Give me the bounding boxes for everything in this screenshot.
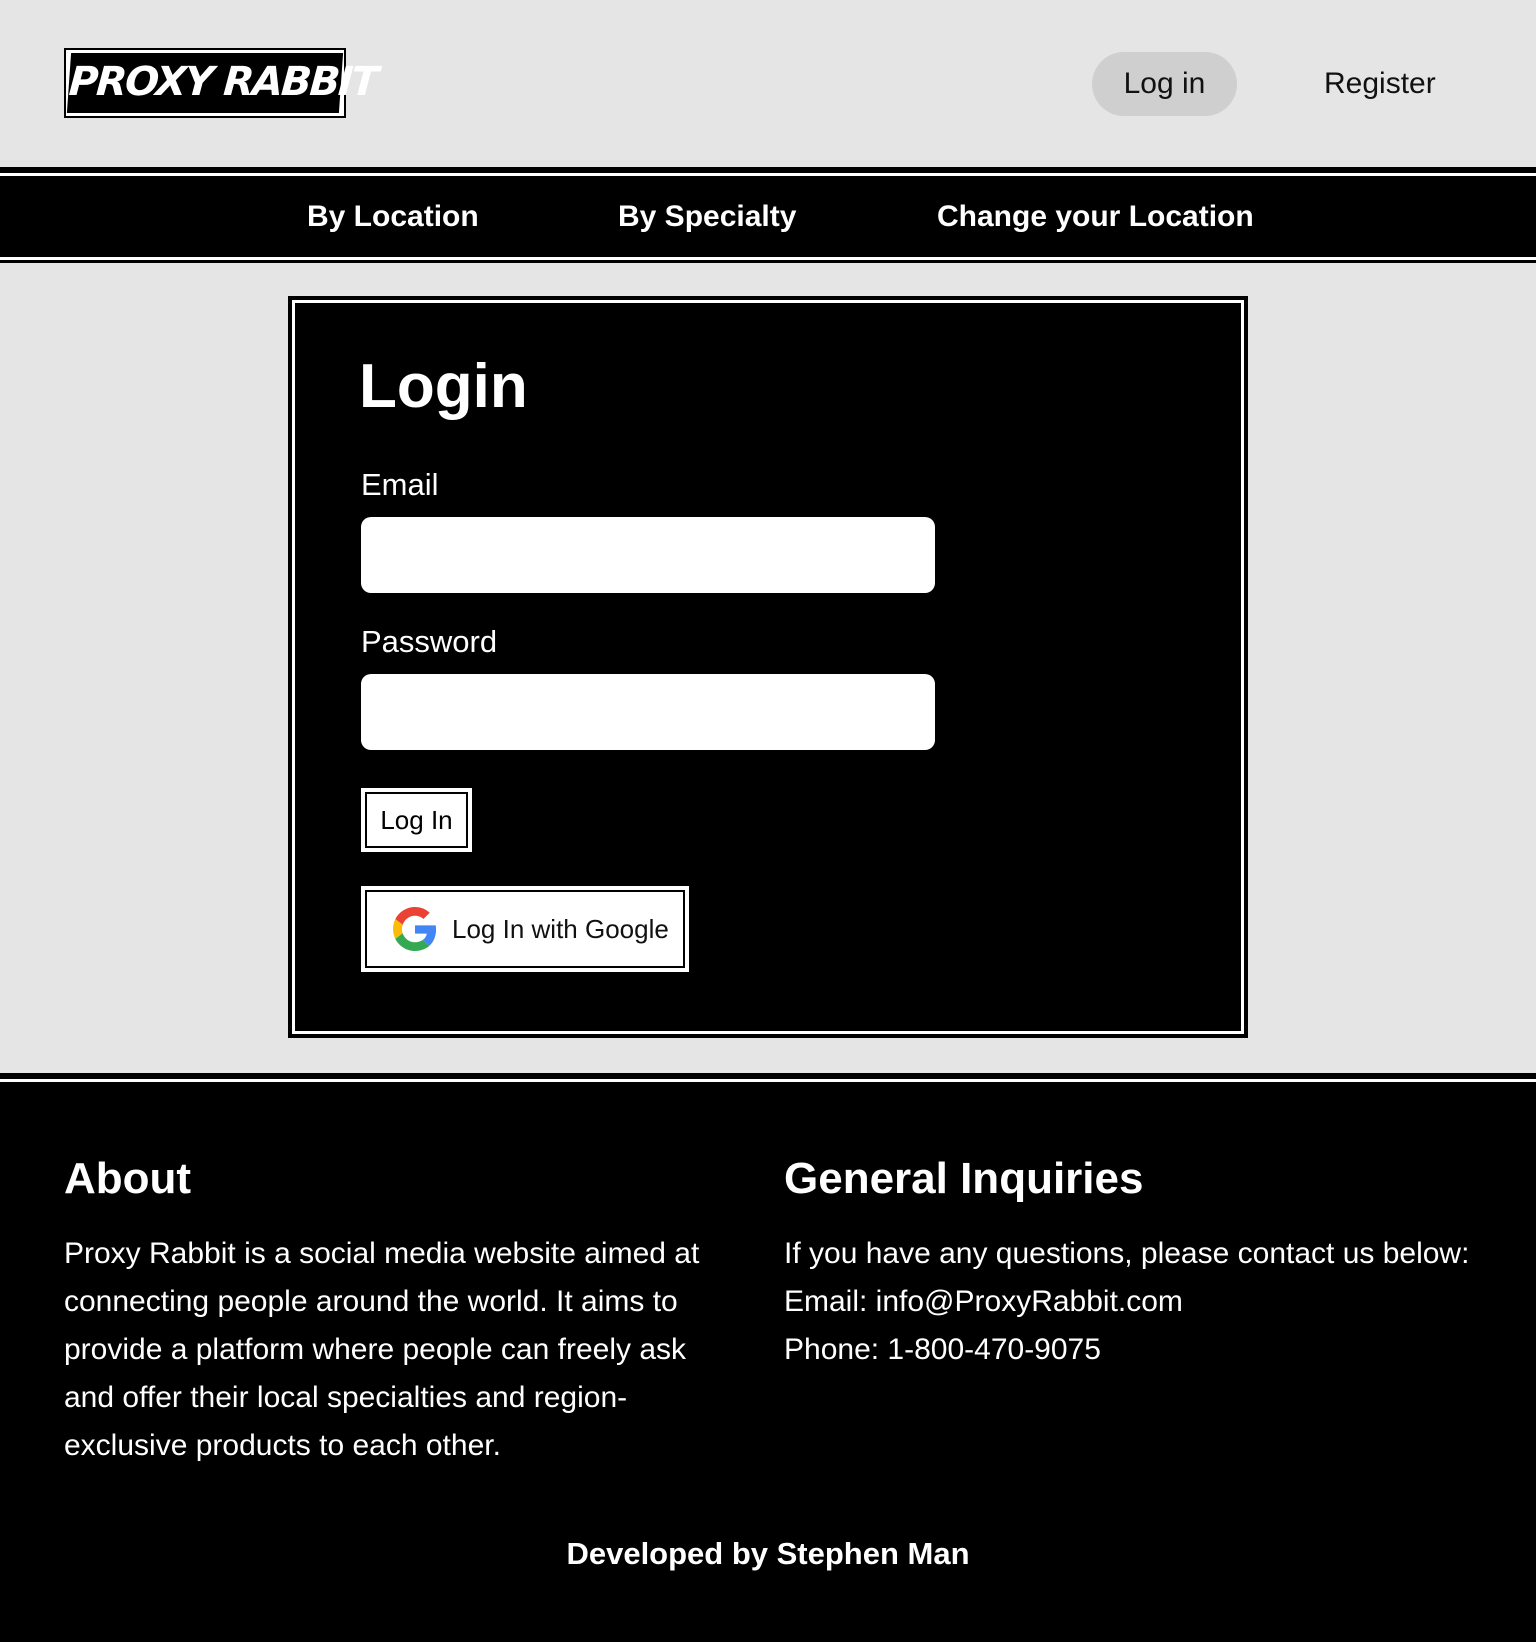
inquiries-email[interactable]: Email: info@ProxyRabbit.com bbox=[784, 1278, 1484, 1326]
google-login-label: Log In with Google bbox=[452, 914, 669, 944]
site-footer: About Proxy Rabbit is a social media web… bbox=[0, 1073, 1536, 1642]
logo-text: PROXY RABBIT bbox=[66, 53, 378, 113]
about-text: Proxy Rabbit is a social media website a… bbox=[64, 1237, 700, 1462]
developer-credit: Developed by Stephen Man bbox=[566, 1536, 970, 1571]
header-login-button[interactable]: Log in bbox=[1092, 52, 1237, 116]
main-nav: By Location By Specialty Change your Loc… bbox=[0, 167, 1536, 263]
password-label: Password bbox=[361, 624, 498, 659]
inquiries-phone[interactable]: Phone: 1-800-470-9075 bbox=[784, 1326, 1484, 1374]
proxy-rabbit-logo[interactable]: PROXY RABBIT bbox=[64, 48, 378, 118]
nav-change-location[interactable]: Change your Location bbox=[937, 170, 1254, 263]
nav-by-specialty[interactable]: By Specialty bbox=[618, 170, 796, 263]
inquiries-intro: If you have any questions, please contac… bbox=[784, 1237, 1470, 1270]
inquiries-heading: General Inquiries bbox=[784, 1154, 1144, 1203]
email-field[interactable] bbox=[361, 517, 935, 593]
password-field[interactable] bbox=[361, 674, 935, 750]
main-content: Login Email Password Log In Log In with … bbox=[0, 263, 1536, 1073]
google-g-icon bbox=[393, 907, 437, 951]
nav-by-location[interactable]: By Location bbox=[307, 170, 479, 263]
footer-about: About Proxy Rabbit is a social media web… bbox=[64, 1154, 724, 1470]
login-card: Login Email Password Log In Log In with … bbox=[288, 296, 1248, 1038]
email-label: Email bbox=[361, 467, 439, 502]
login-submit-button[interactable]: Log In bbox=[361, 788, 472, 852]
login-title: Login bbox=[359, 352, 528, 421]
footer-inquiries: General Inquiries If you have any questi… bbox=[784, 1154, 1484, 1374]
google-login-button[interactable]: Log In with Google bbox=[361, 886, 689, 972]
about-heading: About bbox=[64, 1154, 192, 1203]
site-header: PROXY RABBIT Log in Register bbox=[0, 0, 1536, 167]
header-register-link[interactable]: Register bbox=[1324, 52, 1474, 116]
